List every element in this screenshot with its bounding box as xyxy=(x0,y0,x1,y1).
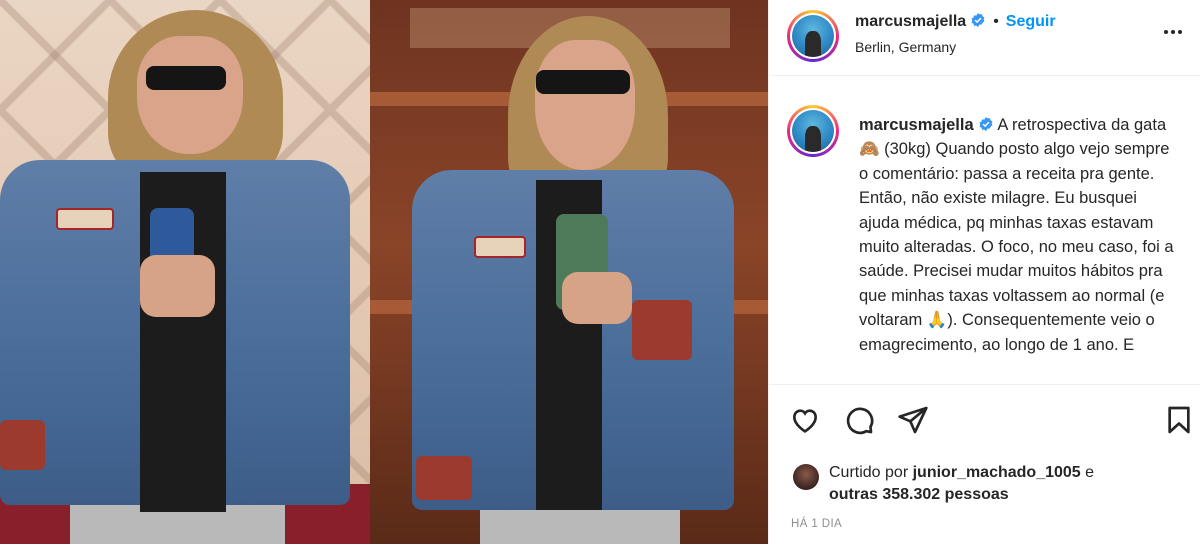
post-timestamp[interactable]: HÁ 1 DIA xyxy=(791,518,842,530)
location-link[interactable]: Berlin, Germany xyxy=(855,39,956,55)
caption-text: marcusmajella A retrospectiva da gata 🙈 … xyxy=(859,113,1177,357)
sunglasses xyxy=(146,66,226,90)
heart-icon[interactable] xyxy=(789,404,821,436)
caption-body: A retrospectiva da gata 🙈 (30kg) Quando … xyxy=(859,116,1174,354)
share-icon[interactable] xyxy=(897,404,929,436)
post-media[interactable] xyxy=(0,0,768,544)
follow-button[interactable]: Seguir xyxy=(1006,13,1056,30)
avatar[interactable] xyxy=(787,105,839,157)
post-header: marcusmajella • Seguir Berlin, Germany xyxy=(769,0,1200,76)
after-photo xyxy=(370,0,768,544)
others-likes-link[interactable]: outras 358.302 pessoas xyxy=(829,486,1009,503)
person-before xyxy=(0,0,370,544)
avatar[interactable] xyxy=(787,10,839,62)
sunglasses xyxy=(536,70,630,94)
likes-summary: Curtido por junior_machado_1005 e outras… xyxy=(769,452,1200,512)
verified-badge-icon xyxy=(971,13,985,27)
username-link[interactable]: marcusmajella xyxy=(855,13,966,30)
post-side-panel: marcusmajella • Seguir Berlin, Germany mar… xyxy=(768,0,1200,544)
liker-username-link[interactable]: junior_machado_1005 xyxy=(913,464,1081,481)
caption-area: marcusmajella A retrospectiva da gata 🙈 … xyxy=(769,77,1200,385)
separator-dot: • xyxy=(993,13,999,30)
verified-badge-icon xyxy=(979,117,993,131)
comment-icon[interactable] xyxy=(843,404,875,436)
likes-text: Curtido por junior_machado_1005 e outras… xyxy=(829,464,1095,503)
bookmark-icon[interactable] xyxy=(1163,404,1195,436)
action-bar xyxy=(769,388,1200,452)
more-icon[interactable] xyxy=(1159,22,1187,42)
before-photo xyxy=(0,0,370,544)
caption-username[interactable]: marcusmajella xyxy=(859,116,974,134)
person-after xyxy=(370,0,768,544)
liker-avatar[interactable] xyxy=(793,464,819,490)
